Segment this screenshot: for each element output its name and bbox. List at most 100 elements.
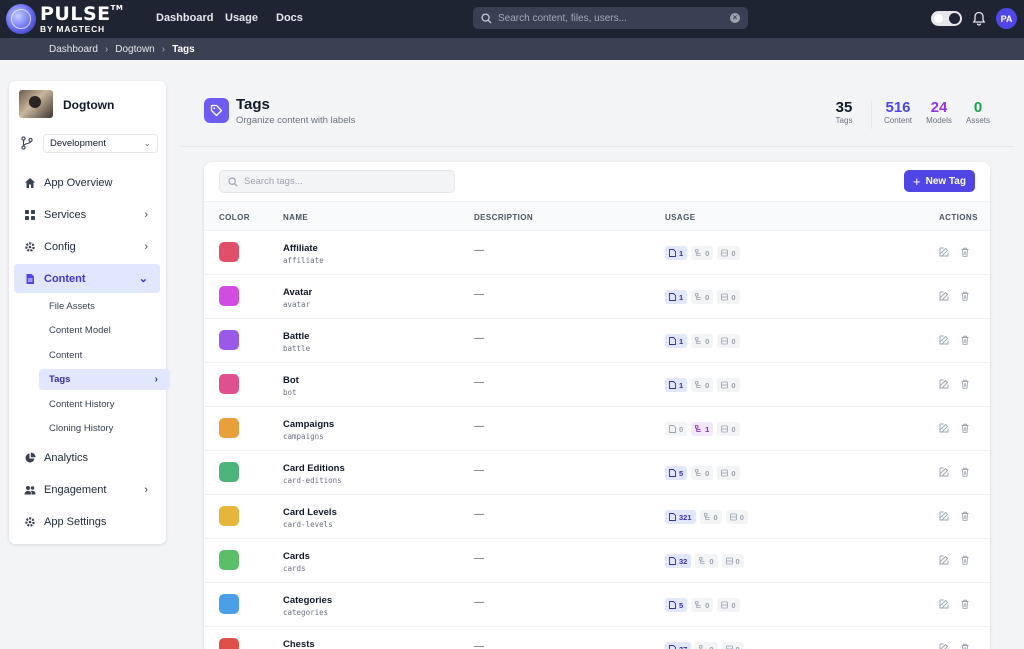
usage-count: 0 xyxy=(705,336,710,346)
global-search-input[interactable] xyxy=(498,12,730,24)
breadcrumb-dashboard[interactable]: Dashboard xyxy=(49,44,98,55)
submenu-content[interactable]: Content xyxy=(39,345,170,366)
menu-label: Content xyxy=(44,272,86,285)
document-icon xyxy=(669,381,676,389)
global-search[interactable]: × xyxy=(473,7,748,29)
asset-count-chip: 0 xyxy=(717,246,740,260)
edit-icon[interactable] xyxy=(939,643,949,649)
stat-assets: 0 Assets xyxy=(963,99,993,125)
usage-count: 1 xyxy=(679,336,684,346)
trash-icon[interactable] xyxy=(960,511,970,521)
menu-config[interactable]: Config › xyxy=(14,232,160,261)
breadcrumb-project[interactable]: Dogtown xyxy=(115,44,154,55)
pulse-logo[interactable]: PULSETM BY MAGTECH xyxy=(6,3,123,35)
tag-slug: categories xyxy=(283,608,329,617)
submenu-cloning-history[interactable]: Cloning History xyxy=(39,418,170,439)
model-icon xyxy=(703,513,710,520)
table-row[interactable]: Affiliate affiliate — 1 0 0 xyxy=(204,231,990,275)
environment-select[interactable]: Development ⌄ xyxy=(43,134,158,153)
tag-usage: 321 0 0 xyxy=(665,510,748,524)
edit-icon[interactable] xyxy=(939,423,949,433)
table-row[interactable]: Card Levels card-levels — 321 0 0 xyxy=(204,495,990,539)
trash-icon[interactable] xyxy=(960,247,970,257)
trash-icon[interactable] xyxy=(960,555,970,565)
tag-name: Categories xyxy=(283,595,333,606)
trash-icon[interactable] xyxy=(960,643,970,649)
stat-tags: 35 Tags xyxy=(829,99,859,125)
edit-icon[interactable] xyxy=(939,247,949,257)
theme-toggle[interactable] xyxy=(931,11,962,26)
tag-usage: 32 0 0 xyxy=(665,554,744,568)
users-icon xyxy=(24,485,36,494)
nav-docs[interactable]: Docs xyxy=(276,12,303,24)
chevron-down-icon: ⌄ xyxy=(143,138,151,148)
tag-color-swatch xyxy=(219,506,239,526)
table-row[interactable]: Avatar avatar — 1 0 0 xyxy=(204,275,990,319)
trash-icon[interactable] xyxy=(960,379,970,389)
document-icon xyxy=(669,293,676,301)
col-usage[interactable]: USAGE xyxy=(665,213,695,222)
bell-icon[interactable] xyxy=(972,11,986,26)
asset-count-chip: 0 xyxy=(717,290,740,304)
usage-count: 0 xyxy=(705,468,710,478)
table-row[interactable]: Battle battle — 1 0 0 xyxy=(204,319,990,363)
tag-slug: avatar xyxy=(283,300,311,309)
trash-icon[interactable] xyxy=(960,467,970,477)
tag-usage: 0 1 0 xyxy=(665,422,740,436)
tag-search-input[interactable] xyxy=(244,176,446,187)
menu-services[interactable]: Services › xyxy=(14,200,160,229)
col-description[interactable]: DESCRIPTION xyxy=(474,213,533,222)
document-icon xyxy=(669,337,676,345)
tag-search[interactable] xyxy=(219,170,455,193)
table-row[interactable]: Campaigns campaigns — 0 1 0 xyxy=(204,407,990,451)
edit-icon[interactable] xyxy=(939,599,949,609)
trash-icon[interactable] xyxy=(960,423,970,433)
asset-icon xyxy=(721,601,729,609)
new-tag-button[interactable]: + New Tag xyxy=(904,170,975,192)
edit-icon[interactable] xyxy=(939,379,949,389)
menu-app-settings[interactable]: App Settings xyxy=(14,507,160,536)
menu-app-overview[interactable]: App Overview xyxy=(14,168,160,197)
table-row[interactable]: Categories categories — 5 0 0 xyxy=(204,583,990,627)
model-icon xyxy=(695,469,701,476)
table-row[interactable]: Cards cards — 32 0 0 xyxy=(204,539,990,583)
trash-icon[interactable] xyxy=(960,599,970,609)
submenu-tags[interactable]: Tags › xyxy=(39,369,170,390)
usage-count: 0 xyxy=(705,600,710,610)
usage-count: 5 xyxy=(679,468,684,478)
tag-usage: 5 0 0 xyxy=(665,466,740,480)
edit-icon[interactable] xyxy=(939,555,949,565)
trash-icon[interactable] xyxy=(960,335,970,345)
content-count-chip: 1 xyxy=(665,290,688,304)
document-icon xyxy=(669,469,676,477)
chevron-down-icon: ⌄ xyxy=(138,273,148,285)
asset-icon xyxy=(721,337,729,345)
menu-engagement[interactable]: Engagement › xyxy=(14,475,160,504)
tag-usage: 1 0 0 xyxy=(665,290,740,304)
menu-content[interactable]: Content ⌄ xyxy=(14,264,160,293)
edit-icon[interactable] xyxy=(939,511,949,521)
breadcrumb: Dashboard › Dogtown › Tags xyxy=(0,38,1024,60)
nav-dashboard[interactable]: Dashboard xyxy=(156,12,213,24)
table-row[interactable]: Card Editions card-editions — 5 0 0 xyxy=(204,451,990,495)
document-icon xyxy=(669,425,676,433)
submenu-content-model[interactable]: Content Model xyxy=(39,320,170,341)
nav-usage[interactable]: Usage xyxy=(225,12,258,24)
menu-label: App Settings xyxy=(44,515,107,528)
edit-icon[interactable] xyxy=(939,291,949,301)
col-name[interactable]: NAME xyxy=(283,213,308,222)
menu-analytics[interactable]: Analytics xyxy=(14,443,160,472)
col-color[interactable]: COLOR xyxy=(219,213,250,222)
asset-count-chip: 0 xyxy=(717,422,740,436)
table-row[interactable]: Bot bot — 1 0 0 xyxy=(204,363,990,407)
trash-icon[interactable] xyxy=(960,291,970,301)
submenu-file-assets[interactable]: File Assets xyxy=(39,296,170,317)
tag-color-swatch xyxy=(219,330,239,350)
edit-icon[interactable] xyxy=(939,467,949,477)
table-row[interactable]: Chestschests—2700 xyxy=(204,627,990,649)
submenu-content-history[interactable]: Content History xyxy=(39,394,170,415)
clear-search-icon[interactable]: × xyxy=(730,13,740,23)
usage-count: 0 xyxy=(705,248,710,258)
edit-icon[interactable] xyxy=(939,335,949,345)
user-avatar[interactable]: PA xyxy=(996,8,1017,29)
